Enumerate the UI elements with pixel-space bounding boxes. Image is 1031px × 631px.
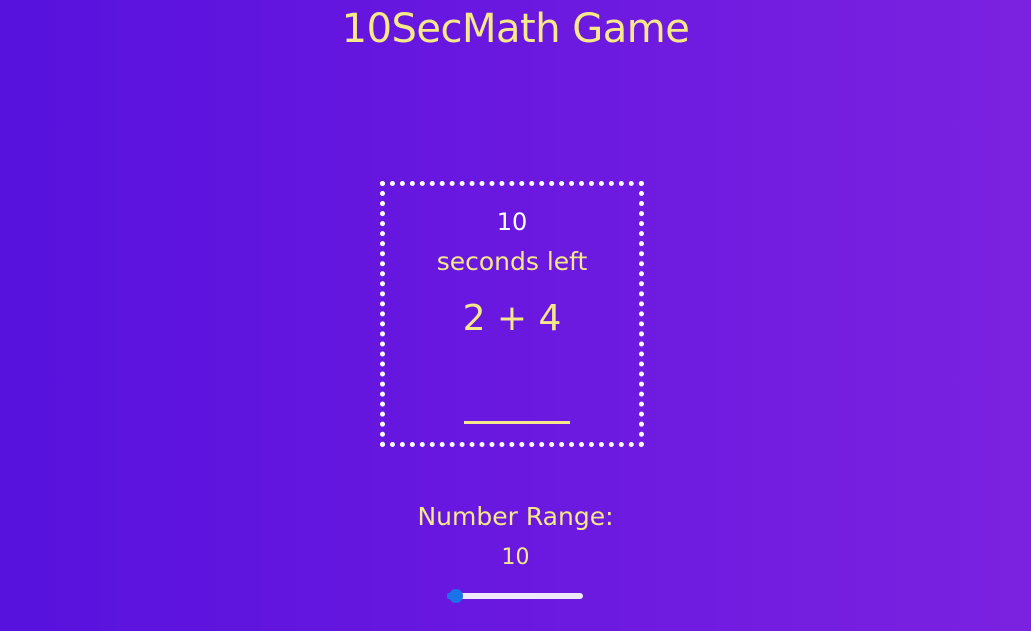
timer-value: 10 xyxy=(496,208,528,236)
page-title: 10SecMath Game xyxy=(341,6,690,52)
slider-thumb[interactable] xyxy=(449,589,463,603)
slider-track[interactable] xyxy=(447,593,583,599)
number-range-label: Number Range: xyxy=(417,502,614,531)
timer-label: seconds left xyxy=(436,247,588,276)
game-box: 10 seconds left 2 + 4 xyxy=(380,181,644,447)
answer-input[interactable] xyxy=(464,396,570,424)
math-problem: 2 + 4 xyxy=(462,298,562,339)
number-range-slider[interactable] xyxy=(447,589,583,603)
number-range-value: 10 xyxy=(501,545,530,570)
